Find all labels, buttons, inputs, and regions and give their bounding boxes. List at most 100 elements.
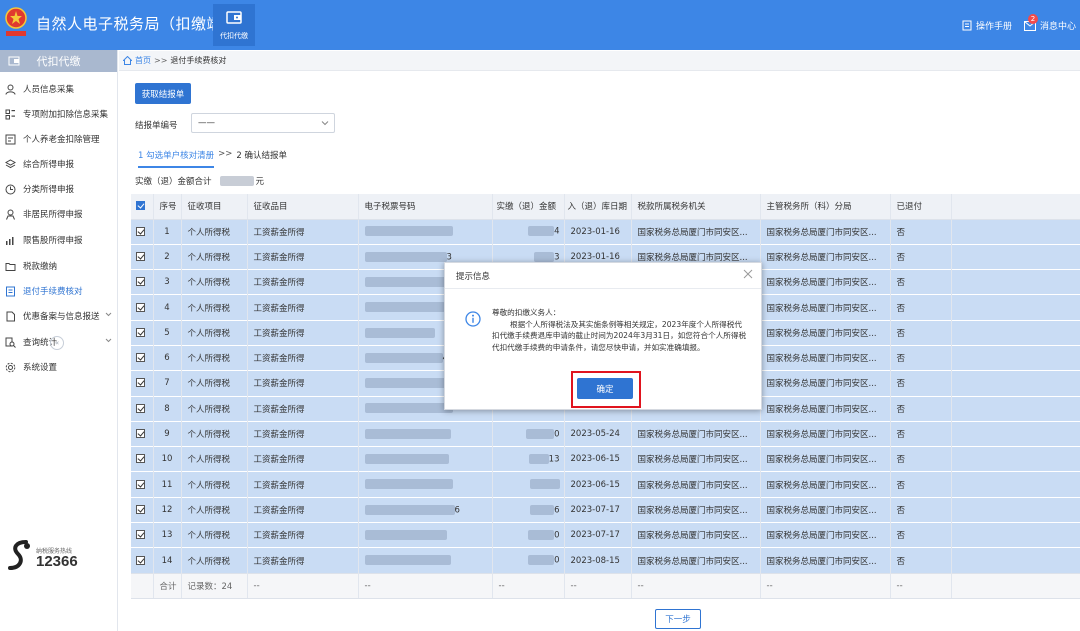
row-checkbox[interactable]: [131, 370, 154, 397]
row-checkbox[interactable]: [131, 446, 154, 472]
checkbox-checked-icon[interactable]: [136, 302, 145, 312]
breadcrumb-home[interactable]: 首页: [135, 55, 151, 66]
sidebar-item[interactable]: 人员信息采集: [0, 77, 118, 101]
settlement-number-select[interactable]: ——: [191, 113, 335, 133]
settlement-number-label: 结报单编号: [135, 121, 178, 131]
document-icon: [3, 309, 17, 323]
table-row[interactable]: 10 个人所得税 工资薪金所得 13 2023-06-15 国家税务总局厦门市同安区...…: [131, 446, 1080, 472]
levy-item: 个人所得税: [181, 497, 248, 523]
footer-cell: [131, 572, 154, 599]
redacted-value: [364, 454, 449, 465]
chevron-down-icon: [105, 337, 112, 347]
tax-branch-text: 国家税务总局厦门市同安区...: [766, 278, 877, 289]
row-checkbox[interactable]: [131, 294, 154, 321]
folder-icon: [3, 259, 17, 273]
checkbox-checked-icon[interactable]: [136, 555, 145, 565]
refunded-status-text: 否: [896, 455, 906, 466]
row-number: 1: [153, 219, 182, 245]
row-filler: [951, 320, 1080, 346]
levy-category: 工资薪金所得: [247, 547, 359, 574]
tax-authority: 国家税务总局厦门市同安区...: [631, 522, 761, 548]
step-1[interactable]: 1 勾选单户核对清册: [138, 149, 215, 168]
checkbox-checked-icon[interactable]: [136, 530, 145, 540]
footer-cell: --: [564, 572, 632, 599]
redacted-value: [364, 504, 455, 515]
row-checkbox[interactable]: [131, 497, 154, 523]
checkbox-checked-icon[interactable]: [136, 226, 145, 236]
sidebar-item[interactable]: 优惠备案与信息报送: [0, 304, 118, 328]
paid-amount: 0: [492, 421, 565, 447]
levy-category: 工资薪金所得: [247, 219, 359, 245]
checkbox-checked-icon[interactable]: [136, 378, 145, 388]
row-checkbox[interactable]: [131, 269, 154, 295]
close-icon[interactable]: [743, 269, 753, 279]
table-row[interactable]: 12 个人所得税 工资薪金所得 6 6 2023-07-17 国家税务总局厦门市同安区...…: [131, 497, 1080, 523]
table-row[interactable]: 14 个人所得税 工资薪金所得 0 2023-08-15 国家税务总局厦门市同安区... 国…: [131, 547, 1080, 574]
sidebar-collapse-button[interactable]: «: [50, 336, 64, 350]
row-number: 7: [153, 370, 182, 397]
column-header: 征收品目: [247, 194, 359, 220]
row-filler: [951, 269, 1080, 295]
levy-category-text: 工资薪金所得: [253, 379, 305, 390]
sidebar-item[interactable]: 分类所得申报: [0, 177, 118, 201]
redacted-value: [528, 529, 555, 540]
checkbox-checked-icon[interactable]: [136, 277, 145, 287]
checkbox-checked-icon[interactable]: [136, 327, 145, 337]
step-2[interactable]: 2 确认结报单: [236, 149, 287, 161]
tax-branch-text: 国家税务总局厦门市同安区...: [766, 430, 877, 441]
row-number-text: 6: [164, 353, 170, 364]
checkbox-checked-icon[interactable]: [136, 403, 145, 413]
checkbox-checked-icon[interactable]: [136, 454, 145, 464]
tax-branch-text: 国家税务总局厦门市同安区...: [766, 252, 877, 263]
table-row[interactable]: 1 个人所得税 工资薪金所得 4 2023-01-16 国家税务总局厦门市同安区... 国家…: [131, 219, 1080, 245]
row-checkbox[interactable]: [131, 396, 154, 422]
checkbox-checked-icon[interactable]: [136, 504, 145, 514]
manual-link[interactable]: 操作手册: [962, 19, 1012, 32]
tax-branch: 国家税务总局厦门市同安区...: [760, 345, 891, 371]
row-number-text: 11: [161, 479, 173, 490]
tax-branch-text: 国家税务总局厦门市同安区...: [766, 303, 877, 314]
row-checkbox[interactable]: [131, 547, 154, 574]
top-bar: 自然人电子税务局（扣缴端） 代扣代缴 操作手册 消息中心 2: [0, 0, 1080, 50]
checkbox-checked-icon[interactable]: [136, 353, 145, 363]
row-number: 8: [153, 396, 182, 422]
table-row[interactable]: 13 个人所得税 工资薪金所得 0 2023-07-17 国家税务总局厦门市同安区... 国…: [131, 522, 1080, 548]
sidebar-item[interactable]: 综合所得申报: [0, 152, 118, 176]
refunded-status-text: 否: [896, 430, 906, 441]
tab-withholding[interactable]: 代扣代缴: [213, 4, 255, 46]
row-checkbox[interactable]: [131, 421, 154, 447]
checkbox-checked-icon[interactable]: [136, 429, 145, 439]
row-checkbox[interactable]: [131, 244, 154, 270]
table-row[interactable]: 11 个人所得税 工资薪金所得 2023-06-15 国家税务总局厦门市同安区... 国家…: [131, 471, 1080, 498]
tax-authority-text: 国家税务总局厦门市同安区...: [637, 227, 748, 238]
checkbox-checked-icon[interactable]: [136, 479, 145, 489]
sidebar-item[interactable]: 个人养老金扣除管理: [0, 127, 118, 151]
ok-button[interactable]: 确定: [577, 378, 633, 399]
row-checkbox[interactable]: [131, 320, 154, 346]
select-all-checkbox[interactable]: [131, 194, 154, 220]
sidebar-item[interactable]: 非居民所得申报: [0, 202, 118, 226]
sidebar-item[interactable]: 税款缴纳: [0, 254, 118, 278]
checkbox-checked-icon[interactable]: [136, 251, 145, 261]
levy-item-text: 个人所得税: [187, 328, 231, 339]
next-step-button[interactable]: 下一步: [655, 609, 701, 629]
footer-total-label: 合计: [153, 572, 182, 599]
levy-item-text: 个人所得税: [187, 430, 231, 441]
sidebar-item[interactable]: 限售股所得申报: [0, 228, 118, 252]
storage-date-text: 2023-06-15: [570, 454, 620, 465]
row-checkbox[interactable]: [131, 345, 154, 371]
row-checkbox[interactable]: [131, 219, 154, 245]
paid-amount: 6: [492, 497, 565, 523]
row-checkbox[interactable]: [131, 522, 154, 548]
row-number: 2: [153, 244, 182, 270]
refunded-status-text: 否: [896, 404, 906, 415]
row-checkbox[interactable]: [131, 471, 154, 498]
fetch-settlement-button[interactable]: 获取结报单: [135, 83, 191, 104]
table-row[interactable]: 9 个人所得税 工资薪金所得 0 2023-05-24 国家税务总局厦门市同安区... 国家…: [131, 421, 1080, 447]
sidebar-item[interactable]: 专项附加扣除信息采集: [0, 102, 118, 126]
sidebar-item[interactable]: 系统设置: [0, 355, 118, 379]
levy-item-text: 个人所得税: [187, 227, 231, 238]
tax-authority: 国家税务总局厦门市同安区...: [631, 497, 761, 523]
sidebar-item[interactable]: 退付手续费核对: [0, 279, 118, 303]
footer-cell: --: [890, 572, 952, 599]
